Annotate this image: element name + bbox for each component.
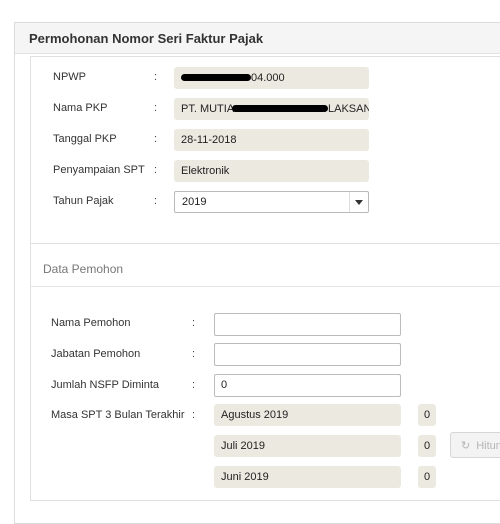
npwp-value: 04.000 [251,72,285,84]
redaction-mark [181,74,251,81]
chevron-down-icon[interactable] [349,192,368,212]
tahun-pajak-colon: : [154,195,158,207]
masa-month-field: Juni 2019 [214,466,401,488]
masa-month-field: Juli 2019 [214,435,401,457]
jumlah-nsfp-input[interactable]: 0 [214,374,401,397]
tanggal-pkp-field: 28-11-2018 [174,129,369,151]
redaction-mark [232,105,328,112]
masa-count-field: 0 [418,466,436,488]
nama-pkp-label: Nama PKP [53,102,108,114]
nama-pkp-field: PT. MUTIA LAKSANA [174,98,369,120]
tanggal-pkp-colon: : [154,133,158,145]
penyampaian-spt-colon: : [154,164,158,176]
nama-pkp-prefix: PT. MUTIA [181,103,235,115]
jabatan-pemohon-label: Jabatan Pemohon [51,348,141,360]
nama-pkp-suffix: LAKSANA [328,103,369,115]
tahun-pajak-label: Tahun Pajak [53,195,114,207]
tanggal-pkp-label: Tanggal PKP [53,133,117,145]
masa-month-field: Agustus 2019 [214,404,401,426]
masa-count-field: 0 [418,435,436,457]
nama-pemohon-colon: : [192,317,196,329]
npwp-colon: : [154,71,158,83]
tahun-pajak-value: 2019 [182,196,207,208]
applicant-section: Data Pemohon Nama Pemohon : Jabatan Pemo… [30,243,500,501]
refresh-icon: ↻ [461,440,471,452]
masa-spt-colon: : [192,409,196,421]
section-title: Data Pemohon [43,262,124,276]
hitung-button-label: Hitun [476,440,500,452]
panel-title: Permohonan Nomor Seri Faktur Pajak [29,31,264,46]
penyampaian-spt-field: Elektronik [174,160,369,182]
divider [31,286,500,287]
nama-pkp-colon: : [154,102,158,114]
nama-pemohon-label: Nama Pemohon [51,317,131,329]
nama-pemohon-input[interactable] [214,313,401,336]
npwp-field: 04.000 [174,67,369,89]
npwp-label: NPWP [53,71,86,83]
masa-spt-label: Masa SPT 3 Bulan Terakhir [51,409,185,421]
jumlah-nsfp-label: Jumlah NSFP Diminta [51,379,159,391]
jabatan-pemohon-colon: : [192,348,196,360]
hitung-button[interactable]: ↻ Hitun [450,432,500,458]
tahun-pajak-select[interactable]: 2019 [174,191,369,213]
jumlah-nsfp-colon: : [192,379,196,391]
penyampaian-spt-label: Penyampaian SPT [53,164,145,176]
masa-count-field: 0 [418,404,436,426]
taxpayer-info-section: NPWP : 04.000 Nama PKP : PT. MUTIA LAKSA… [30,56,500,248]
nsfp-request-panel: Permohonan Nomor Seri Faktur Pajak NPWP … [14,22,500,524]
panel-header: Permohonan Nomor Seri Faktur Pajak [15,23,500,54]
jabatan-pemohon-input[interactable] [214,343,401,366]
